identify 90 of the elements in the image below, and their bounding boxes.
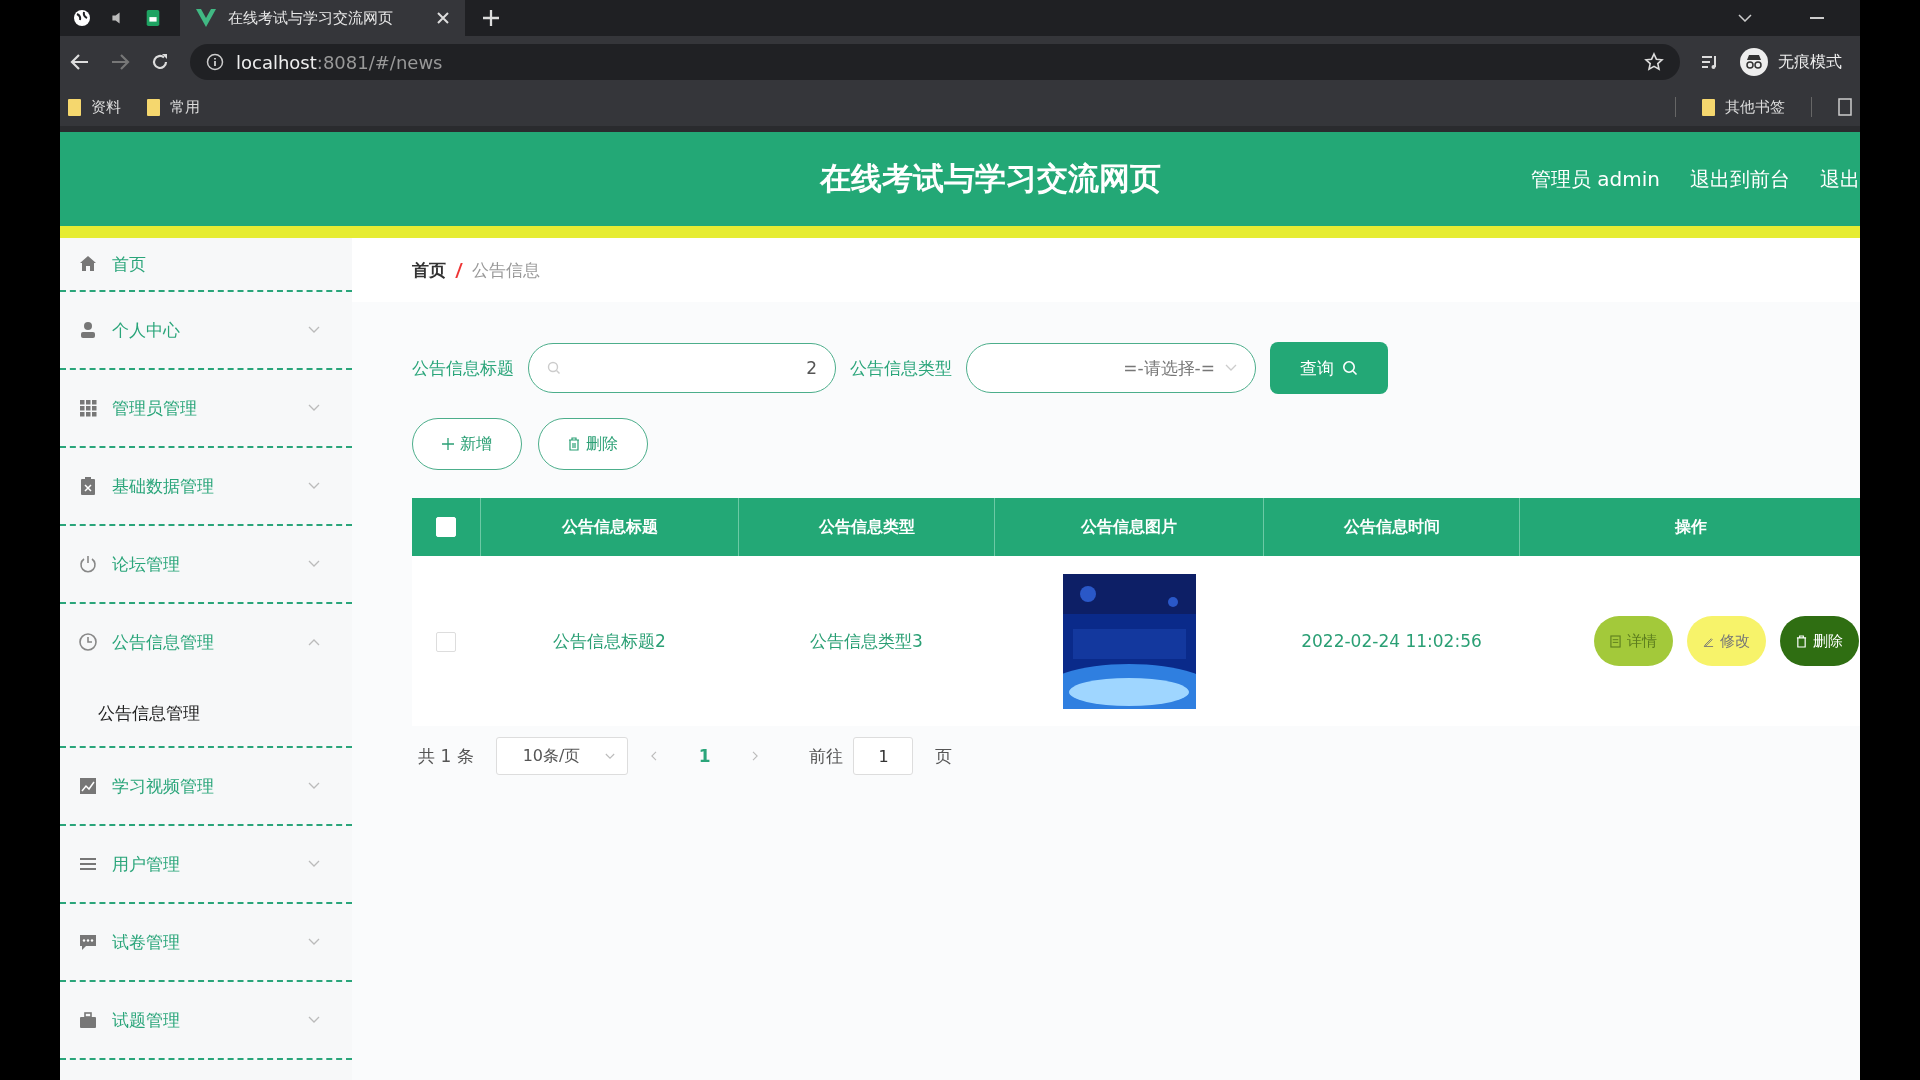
document-icon[interactable]	[1838, 98, 1852, 116]
header-link[interactable]: 管理员 admin	[1530, 165, 1660, 193]
menu-item[interactable]: 基础数据管理	[60, 448, 352, 524]
chevron-down-icon	[308, 404, 320, 412]
details-button[interactable]: 详情	[1593, 616, 1673, 666]
chevron-down-icon[interactable]	[1738, 14, 1752, 22]
site-title: 在线考试与学习交流网页	[820, 159, 1161, 198]
menu-item[interactable]: 论坛管理	[60, 526, 352, 602]
column-header: 公告信息时间	[1343, 516, 1440, 536]
submenu-item[interactable]: 公告信息管理	[60, 680, 352, 746]
clipboard-icon	[78, 476, 98, 496]
edit-button[interactable]: 修改	[1686, 616, 1766, 666]
plus-icon	[442, 438, 454, 450]
chart-icon	[78, 776, 98, 796]
column-header: 公告信息类型	[818, 516, 915, 536]
incognito-button[interactable]: 无痕模式	[1740, 48, 1850, 76]
new-tab-icon[interactable]	[483, 10, 499, 26]
search-icon	[1342, 360, 1358, 376]
page-size-select[interactable]: 10条/页	[495, 737, 628, 775]
bookmark-folder[interactable]: 资料	[68, 97, 121, 117]
chevron-down-icon	[308, 560, 320, 568]
total-count: 共 1 条	[418, 744, 474, 768]
chevron-down-icon	[1225, 364, 1237, 372]
sheet-icon[interactable]	[144, 9, 162, 27]
type-select[interactable]: =-请选择-=	[966, 343, 1256, 393]
briefcase-icon	[78, 1010, 98, 1030]
bookmark-folder[interactable]: 常用	[147, 97, 200, 117]
menu-item[interactable]: 公告信息管理	[60, 604, 352, 680]
menu-item[interactable]: 用户管理	[60, 826, 352, 902]
chevron-down-icon	[308, 860, 320, 868]
column-header: 公告信息图片	[1081, 516, 1177, 536]
clock-icon	[78, 632, 98, 652]
pencil-icon	[1702, 635, 1714, 647]
user-icon	[78, 320, 98, 340]
column-header: 公告信息标题	[561, 516, 658, 536]
menu-item[interactable]: 个人中心	[60, 292, 352, 368]
menu-item[interactable]: 试卷管理	[60, 904, 352, 980]
menu-item[interactable]: 首页	[60, 238, 352, 290]
chevron-down-icon	[308, 1016, 320, 1024]
globe-icon[interactable]	[72, 8, 92, 28]
field-label: 公告信息类型	[850, 356, 952, 380]
delete-button[interactable]: 删除	[1779, 616, 1859, 666]
add-button[interactable]: 新增	[412, 418, 522, 470]
page-input[interactable]: 1	[853, 737, 914, 775]
chevron-down-icon	[308, 938, 320, 946]
document-icon	[1609, 634, 1621, 648]
breadcrumb-current: 公告信息	[472, 258, 540, 282]
field-label: 公告信息标题	[412, 356, 514, 380]
reload-icon[interactable]	[150, 52, 170, 72]
table-cell: 2022-02-24 11:02:56	[1301, 631, 1482, 651]
grid-icon	[78, 398, 98, 418]
chevron-down-icon	[308, 326, 320, 334]
bookmark-folder[interactable]: 其他书签	[1702, 97, 1785, 117]
v-logo-icon	[196, 9, 216, 27]
header-link[interactable]: 退出到前台	[1690, 165, 1790, 193]
chevron-down-icon	[308, 782, 320, 790]
breadcrumb-separator	[455, 262, 463, 278]
back-icon[interactable]	[70, 52, 90, 72]
close-icon[interactable]	[437, 12, 449, 24]
breadcrumb-link[interactable]: 首页	[412, 258, 446, 282]
star-icon[interactable]	[1644, 52, 1664, 72]
menu-item[interactable]: 管理员管理	[60, 370, 352, 446]
trash-icon	[568, 437, 580, 451]
menu-item[interactable]: 试题管理	[60, 982, 352, 1058]
delete-button[interactable]: 删除	[538, 418, 648, 470]
chat-icon	[78, 932, 98, 952]
select-all-checkbox[interactable]	[436, 517, 456, 538]
table-cell: 公告信息类型3	[810, 630, 923, 651]
search-icon	[547, 361, 561, 375]
row-checkbox[interactable]	[436, 631, 457, 652]
table-cell: 公告信息标题2	[553, 630, 666, 651]
column-header: 操作	[1674, 516, 1707, 536]
power-icon	[78, 554, 98, 574]
goto-label: 前往	[809, 744, 844, 768]
query-button[interactable]: 查询	[1270, 342, 1388, 394]
incognito-icon[interactable]	[1740, 48, 1768, 76]
header-link[interactable]: 退出	[1820, 165, 1860, 193]
chevron-down-icon	[604, 752, 615, 760]
chevron-down-icon	[308, 482, 320, 490]
address-field[interactable]: localhost:8081/#/news	[190, 44, 1680, 80]
trash-icon	[1795, 634, 1807, 648]
info-icon	[206, 53, 224, 71]
search-field[interactable]: 2	[528, 343, 836, 393]
browser-tab[interactable]: 在线考试与学习交流网页	[180, 0, 465, 36]
page-number[interactable]: 1	[678, 746, 731, 766]
menu-item[interactable]: 学习视频管理	[60, 748, 352, 824]
forward-icon[interactable]	[110, 52, 130, 72]
chevron-up-icon	[308, 638, 320, 646]
home-icon	[78, 254, 98, 274]
page-suffix: 页	[935, 744, 953, 768]
